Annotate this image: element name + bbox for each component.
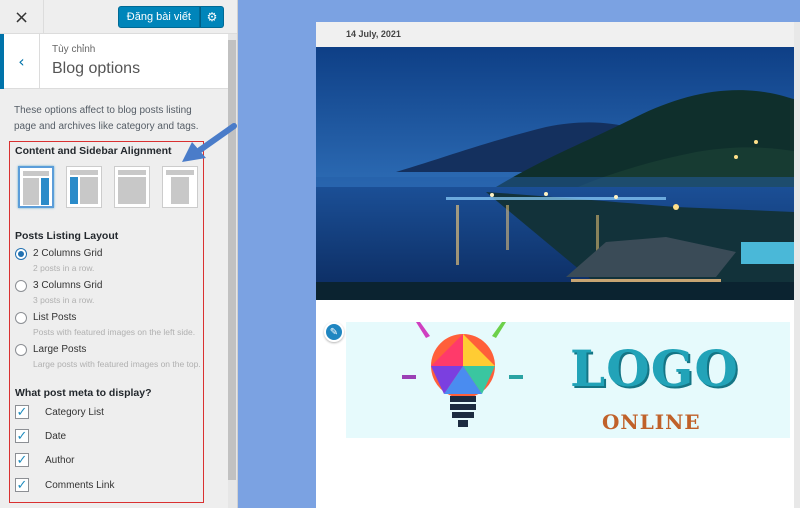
back-chevron-icon[interactable]: ‹ [0, 34, 40, 89]
radio-button[interactable] [15, 280, 27, 292]
radio-3-columns[interactable]: 3 Columns Grid 3 posts in a row. [15, 278, 102, 306]
site-logo[interactable]: LOGO ONLINE [346, 322, 790, 438]
annotation-arrow-icon [182, 123, 237, 162]
checkbox-label: Category List [45, 406, 104, 418]
radio-label: Large Posts [33, 344, 87, 355]
alignment-right-sidebar[interactable] [18, 166, 54, 208]
customizer-header: × Đăng bài viết ⚙ [0, 0, 237, 34]
layout-label: Posts Listing Layout [15, 230, 119, 242]
checkbox-comments-link[interactable]: ✓ Comments Link [15, 478, 114, 492]
radio-hint: 2 posts in a row. [33, 263, 95, 273]
alignment-label: Content and Sidebar Alignment [15, 145, 172, 157]
checkbox-label: Date [45, 430, 67, 442]
checkbox-checked-icon[interactable]: ✓ [15, 478, 29, 492]
checkbox-author[interactable]: ✓ Author [15, 453, 74, 467]
featured-image[interactable] [316, 47, 794, 300]
checkbox-checked-icon[interactable]: ✓ [15, 453, 29, 467]
radio-button[interactable] [15, 312, 27, 324]
lightbulb-logo-icon [402, 322, 523, 427]
checkbox-checked-icon[interactable]: ✓ [15, 405, 29, 419]
publish-button[interactable]: Đăng bài viết [117, 6, 200, 28]
radio-hint: Large posts with featured images on the … [33, 359, 201, 369]
post-date: 14 July, 2021 [316, 22, 794, 47]
section-header: ‹ Tùy chỉnh Blog options [0, 34, 237, 89]
radio-button[interactable] [15, 248, 27, 260]
radio-label: 2 Columns Grid [33, 248, 103, 259]
alignment-no-sidebar[interactable] [114, 166, 150, 208]
checkbox-label: Author [45, 454, 75, 466]
page-title: Blog options [52, 60, 141, 77]
radio-list-posts[interactable]: List Posts Posts with featured images on… [15, 310, 195, 338]
logo-wordmark: LOGO [570, 339, 739, 398]
radio-large-posts[interactable]: Large Posts Large posts with featured im… [15, 342, 201, 370]
checkbox-checked-icon[interactable]: ✓ [15, 429, 29, 443]
preview-scroll-edge [794, 22, 800, 508]
radio-button[interactable] [15, 344, 27, 356]
checkbox-category-list[interactable]: ✓ Category List [15, 405, 104, 419]
radio-2-columns[interactable]: 2 Columns Grid 2 posts in a row. [15, 246, 102, 274]
radio-label: 3 Columns Grid [33, 280, 103, 291]
radio-label: List Posts [33, 312, 77, 323]
checkbox-label: Comments Link [45, 479, 115, 491]
radio-hint: Posts with featured images on the left s… [33, 327, 196, 337]
scrollbar-thumb[interactable] [228, 40, 236, 480]
radio-hint: 3 posts in a row. [33, 295, 95, 305]
coastal-night-photo [316, 47, 794, 300]
meta-label: What post meta to display? [15, 387, 152, 399]
alignment-left-sidebar[interactable] [66, 166, 102, 208]
checkbox-date[interactable]: ✓ Date [15, 429, 66, 443]
logo-subtext: ONLINE [602, 410, 701, 434]
breadcrumb: Tùy chỉnh [52, 44, 96, 55]
publish-group: Đăng bài viết ⚙ [117, 6, 224, 28]
alignment-full-width[interactable] [162, 166, 198, 208]
gear-icon[interactable]: ⚙ [200, 6, 224, 28]
edit-pencil-icon[interactable]: ✎ [324, 322, 344, 342]
close-icon[interactable]: × [0, 0, 44, 34]
